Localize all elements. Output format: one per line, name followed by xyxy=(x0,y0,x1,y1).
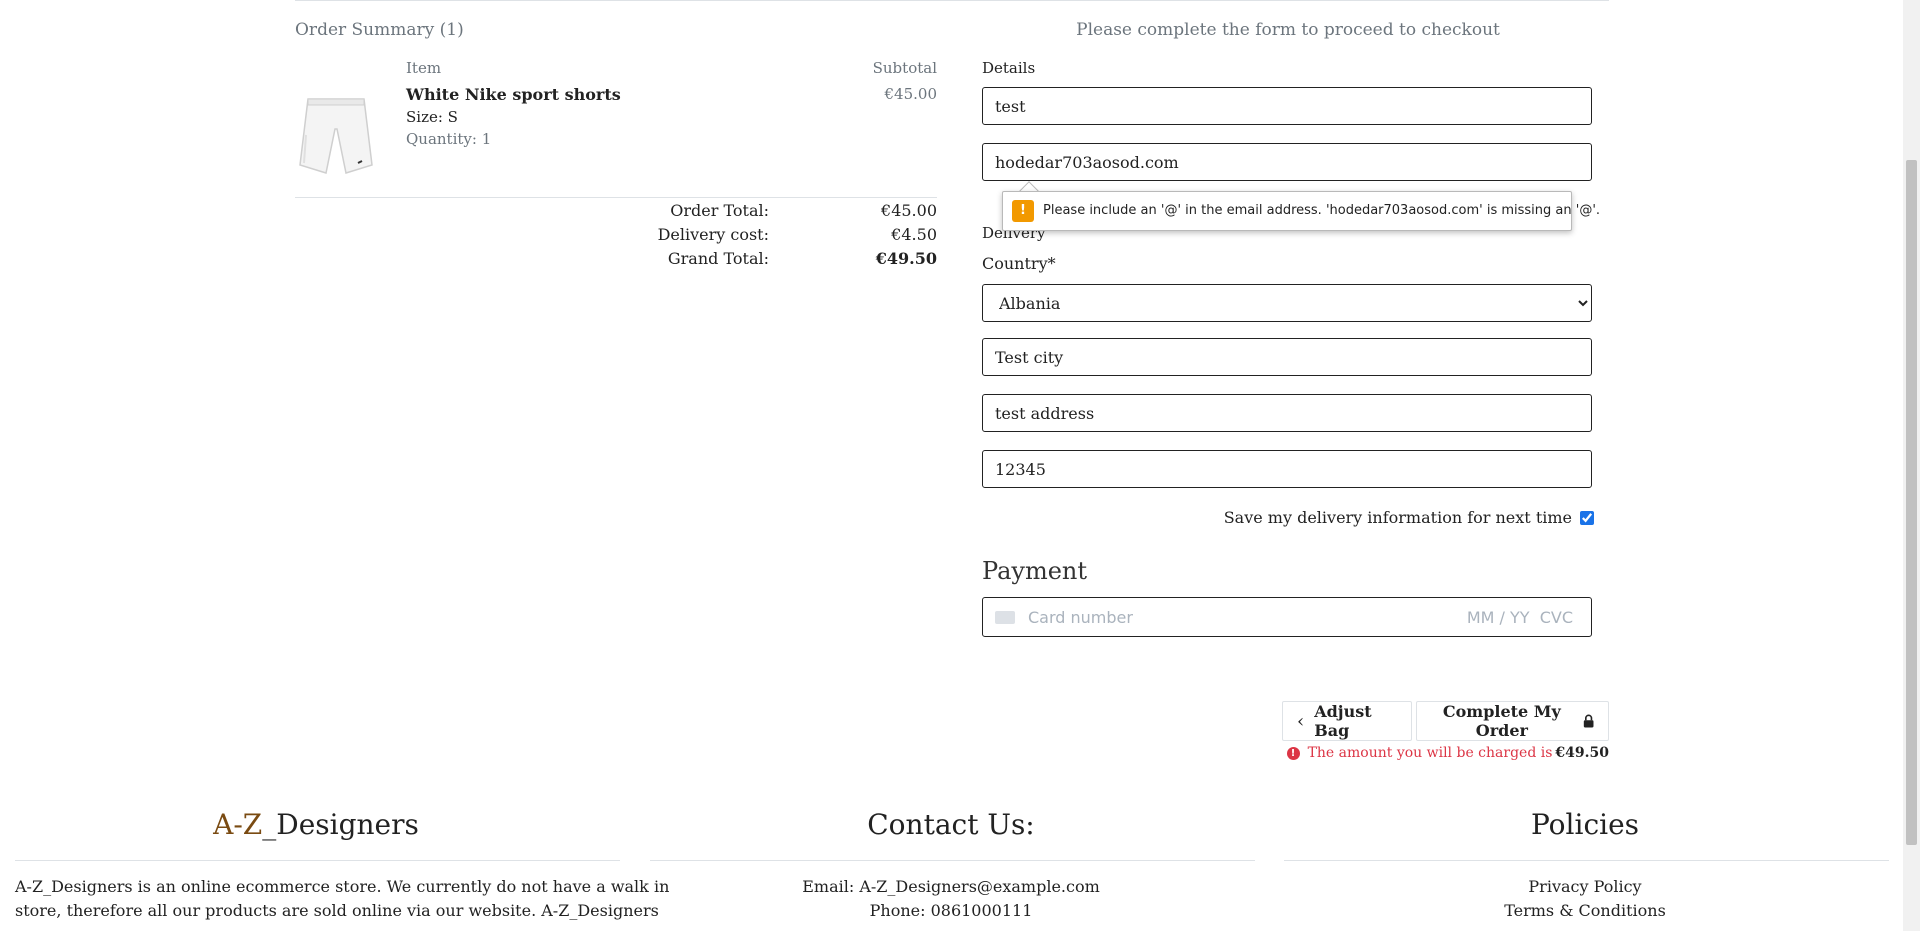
warning-icon: ! xyxy=(1012,200,1034,222)
form-instruction: Please complete the form to proceed to c… xyxy=(1076,20,1500,40)
postcode-input[interactable] xyxy=(982,450,1592,488)
summary-divider xyxy=(295,197,937,198)
delivery-cost-label: Delivery cost: xyxy=(657,225,769,244)
email-validation-tooltip: ! Please include an '@' in the email add… xyxy=(1002,191,1600,231)
adjust-bag-button[interactable]: ‹ Adjust Bag xyxy=(1282,701,1412,741)
lock-icon xyxy=(1583,714,1594,728)
country-select[interactable]: Albania xyxy=(982,284,1592,322)
privacy-policy-link[interactable]: Privacy Policy xyxy=(1385,877,1785,896)
item-name: White Nike sport shorts xyxy=(406,85,621,104)
grand-total-label: Grand Total: xyxy=(667,249,769,268)
product-image-shorts[interactable] xyxy=(296,95,376,180)
item-column-header: Item xyxy=(406,59,442,77)
card-element[interactable]: Card number MM / YY CVC xyxy=(982,597,1592,637)
payment-title: Payment xyxy=(982,557,1087,585)
charge-text: The amount you will be charged is xyxy=(1307,745,1553,761)
item-quantity: Quantity: 1 xyxy=(406,130,492,148)
footer-divider-1 xyxy=(15,860,620,861)
about-text-line2: store, therefore all our products are so… xyxy=(15,901,659,920)
complete-order-button[interactable]: Complete My Order xyxy=(1416,701,1609,741)
contact-phone: Phone: 0861000111 xyxy=(869,901,1033,920)
footer-divider-2 xyxy=(650,860,1255,861)
alert-circle-icon: ! xyxy=(1286,746,1300,760)
save-info-label: Save my delivery information for next ti… xyxy=(1223,508,1572,527)
chevron-left-icon: ‹ xyxy=(1297,710,1305,732)
complete-order-label: Complete My Order xyxy=(1442,702,1561,740)
footer-divider-3 xyxy=(1284,860,1889,861)
email-input[interactable] xyxy=(982,143,1592,181)
adjust-bag-label: Adjust Bag xyxy=(1314,702,1372,740)
about-text-line1: A-Z_Designers is an online ecommerce sto… xyxy=(15,877,670,896)
card-number-placeholder: Card number xyxy=(1028,608,1133,627)
charge-amount: €49.50 xyxy=(1555,745,1609,761)
brand-suffix: _Designers xyxy=(262,808,419,841)
order-summary-title: Order Summary (1) xyxy=(295,20,464,40)
credit-card-icon xyxy=(995,611,1015,624)
brand-prefix: A-Z xyxy=(213,808,263,841)
full-name-input[interactable] xyxy=(982,87,1592,125)
details-label: Details xyxy=(982,59,1036,77)
street-address-input[interactable] xyxy=(982,394,1592,432)
terms-conditions-link[interactable]: Terms & Conditions xyxy=(1385,901,1785,920)
order-total-label: Order Total: xyxy=(670,201,769,220)
grand-total-value: €49.50 xyxy=(875,249,937,268)
contact-email: Email: A-Z_Designers@example.com xyxy=(802,877,1100,896)
delivery-cost-value: €4.50 xyxy=(891,225,937,244)
policies-title: Policies xyxy=(1530,808,1640,841)
item-size: Size: S xyxy=(406,108,458,126)
item-price: €45.00 xyxy=(884,85,938,103)
save-info-checkbox[interactable] xyxy=(1580,511,1594,525)
subtotal-column-header: Subtotal xyxy=(872,59,937,77)
country-label: Country* xyxy=(982,254,1056,273)
scrollbar-thumb[interactable] xyxy=(1906,160,1917,845)
expiry-cvc-placeholder: MM / YY CVC xyxy=(1466,608,1573,627)
town-city-input[interactable] xyxy=(982,338,1592,376)
footer-brand[interactable]: A-Z_Designers xyxy=(116,808,516,841)
top-divider xyxy=(295,0,1609,1)
charge-notice: ! The amount you will be charged is €49.5… xyxy=(1286,745,1609,761)
contact-title: Contact Us: xyxy=(867,808,1035,841)
order-total-value: €45.00 xyxy=(881,201,937,220)
validation-message: Please include an '@' in the email addre… xyxy=(1043,203,1601,218)
